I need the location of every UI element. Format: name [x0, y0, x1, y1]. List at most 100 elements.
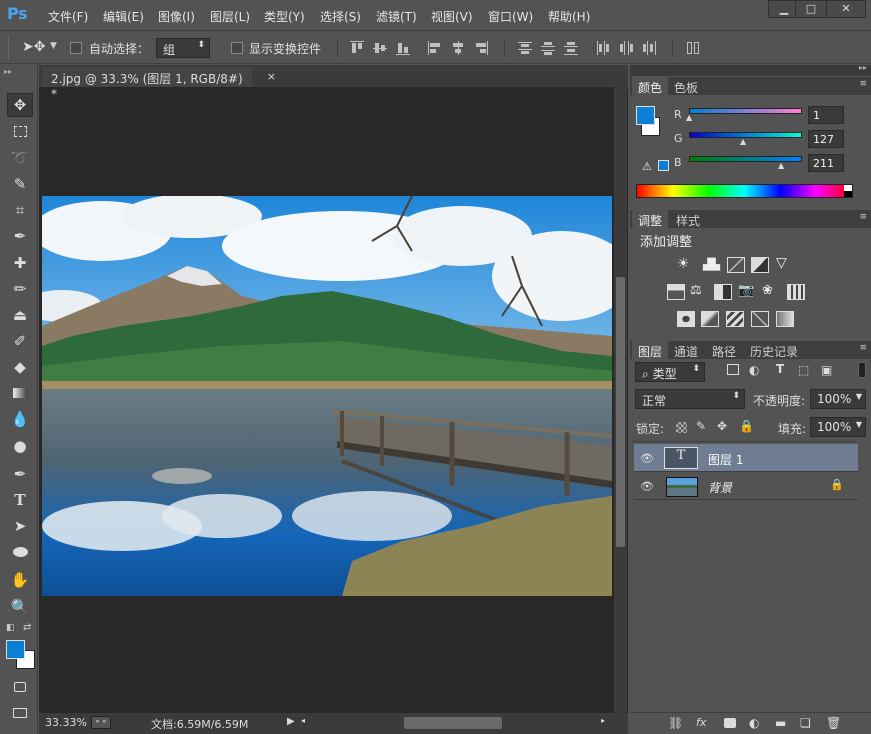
menu-window[interactable]: 窗口(W): [488, 8, 533, 25]
foreground-swatch[interactable]: [636, 106, 655, 125]
auto-align-layers-icon[interactable]: [686, 41, 700, 55]
hand-tool-icon[interactable]: ✋: [7, 568, 33, 592]
collapse-arrows-icon[interactable]: ▸▸: [859, 63, 867, 72]
layer-filter-dropdown[interactable]: ⌕ 类型 ⬍: [635, 362, 705, 382]
invert-icon[interactable]: [677, 311, 695, 327]
selective-color-icon[interactable]: [776, 311, 794, 327]
curves-icon[interactable]: [727, 257, 745, 273]
posterize-icon[interactable]: [701, 311, 719, 327]
blend-mode-dropdown[interactable]: 正常 ⬍: [635, 389, 745, 409]
lock-transparent-icon[interactable]: [676, 422, 687, 433]
crop-tool-icon[interactable]: ⌗: [7, 198, 33, 222]
status-preview-icon[interactable]: ⚬⚬: [91, 716, 111, 729]
r-slider[interactable]: [689, 108, 802, 114]
eraser-tool-icon[interactable]: ◆: [7, 355, 33, 379]
panel-menu-icon[interactable]: ≡: [859, 343, 867, 353]
gradient-tool-icon[interactable]: [7, 381, 33, 405]
new-layer-icon[interactable]: ❏: [800, 716, 811, 730]
align-hcenter-icon[interactable]: [451, 41, 465, 55]
lock-image-icon[interactable]: ✎: [696, 419, 706, 433]
brush-tool-icon[interactable]: ✏: [7, 277, 33, 301]
dodge-tool-icon[interactable]: ●: [7, 434, 33, 458]
color-lookup-icon[interactable]: [787, 284, 805, 300]
align-bottom-icon[interactable]: [396, 41, 410, 55]
layer-row-selected[interactable]: 👁 T 图层 1: [634, 444, 858, 472]
filter-adjustment-icon[interactable]: ◐: [749, 363, 759, 377]
align-left-icon[interactable]: [428, 41, 442, 55]
blur-tool-icon[interactable]: 💧: [7, 407, 33, 431]
eyedropper-tool-icon[interactable]: ✒: [7, 224, 33, 248]
path-select-tool-icon[interactable]: ➤: [7, 514, 33, 538]
r-slider-handle[interactable]: ▲: [686, 113, 692, 122]
menu-layer[interactable]: 图层(L): [210, 8, 250, 25]
fill-field[interactable]: 100% ▼: [810, 417, 866, 437]
black-white-swatch[interactable]: [844, 185, 852, 197]
lock-all-icon[interactable]: 🔒: [739, 419, 754, 433]
close-button[interactable]: ✕: [826, 0, 866, 18]
gradient-map-icon[interactable]: [751, 311, 769, 327]
zoom-tool-icon[interactable]: 🔍: [7, 595, 33, 619]
move-tool-icon[interactable]: ➤✥: [22, 39, 45, 55]
status-menu-arrow-icon[interactable]: ▶: [287, 716, 295, 727]
align-top-icon[interactable]: [350, 41, 364, 55]
menu-image[interactable]: 图像(I): [158, 8, 195, 25]
document-tab[interactable]: 2.jpg @ 33.3% (图层 1, RGB/8#) * ×: [42, 67, 276, 101]
r-value-field[interactable]: 1: [808, 106, 844, 124]
tool-preset-dropdown-icon[interactable]: ▼: [50, 41, 57, 51]
tab-channels[interactable]: 通道: [668, 341, 704, 359]
tab-swatches[interactable]: 色板: [668, 77, 704, 95]
exposure-icon[interactable]: [751, 257, 769, 273]
visibility-eye-icon[interactable]: 👁: [640, 452, 654, 465]
layer-style-icon[interactable]: fx: [696, 716, 706, 729]
quick-mask-icon[interactable]: [7, 675, 33, 699]
quick-select-tool-icon[interactable]: ✎: [7, 172, 33, 196]
menu-select[interactable]: 选择(S): [320, 8, 361, 25]
lock-position-icon[interactable]: ✥: [717, 419, 727, 433]
menu-view[interactable]: 视图(V): [431, 8, 473, 25]
distribute-vcenter-icon[interactable]: [541, 41, 555, 55]
channel-mixer-icon[interactable]: ❀: [762, 283, 780, 299]
filter-toggle-switch[interactable]: [858, 362, 866, 378]
horizontal-scroll-thumb[interactable]: [404, 717, 502, 729]
brightness-contrast-icon[interactable]: ☀: [677, 256, 695, 272]
b-slider-handle[interactable]: ▲: [778, 161, 784, 170]
new-adjustment-layer-icon[interactable]: ◐: [749, 716, 759, 730]
close-tab-icon[interactable]: ×: [267, 70, 276, 83]
grip-handle[interactable]: [8, 37, 11, 59]
layer-name[interactable]: 图层 1: [708, 451, 743, 468]
g-slider-handle[interactable]: ▲: [740, 137, 746, 146]
distribute-top-icon[interactable]: [518, 41, 532, 55]
align-vcenter-icon[interactable]: [373, 41, 387, 55]
menu-type[interactable]: 类型(Y): [264, 8, 305, 25]
b-slider[interactable]: [689, 156, 802, 162]
layer-row[interactable]: 👁 背景 🔒: [634, 472, 858, 500]
scroll-right-icon[interactable]: ▸: [601, 716, 605, 725]
panel-menu-icon[interactable]: ≡: [859, 212, 867, 222]
marquee-tool-icon[interactable]: [7, 119, 33, 143]
filter-type-icon[interactable]: T: [776, 362, 784, 376]
color-spectrum-ramp[interactable]: [636, 184, 853, 198]
pen-tool-icon[interactable]: ✒: [7, 462, 33, 486]
clone-stamp-tool-icon[interactable]: ⏏: [7, 303, 33, 327]
auto-select-checkbox[interactable]: [70, 42, 82, 54]
tab-layers[interactable]: 图层: [632, 341, 669, 359]
distribute-hcenter-icon[interactable]: [619, 41, 633, 55]
levels-icon[interactable]: ▟▙: [703, 258, 721, 274]
black-white-icon[interactable]: [714, 284, 732, 300]
move-tool-icon[interactable]: ✥: [7, 93, 33, 117]
tab-history[interactable]: 历史记录: [744, 341, 804, 359]
menu-file[interactable]: 文件(F): [48, 8, 88, 25]
distribute-left-icon[interactable]: [596, 41, 610, 55]
web-safe-color-icon[interactable]: [658, 160, 669, 171]
threshold-icon[interactable]: [726, 311, 744, 327]
gamut-warning-icon[interactable]: ⚠: [642, 160, 652, 173]
b-value-field[interactable]: 211: [808, 154, 844, 172]
menu-filter[interactable]: 滤镜(T): [376, 8, 417, 25]
lasso-tool-icon[interactable]: ➰: [7, 146, 33, 170]
link-layers-icon[interactable]: ⛓: [668, 716, 683, 730]
g-value-field[interactable]: 127: [808, 130, 844, 148]
hue-saturation-icon[interactable]: [667, 284, 685, 300]
tab-color[interactable]: 颜色: [632, 77, 669, 95]
scroll-left-icon[interactable]: ◂: [301, 716, 305, 725]
show-transform-checkbox[interactable]: [231, 42, 243, 54]
